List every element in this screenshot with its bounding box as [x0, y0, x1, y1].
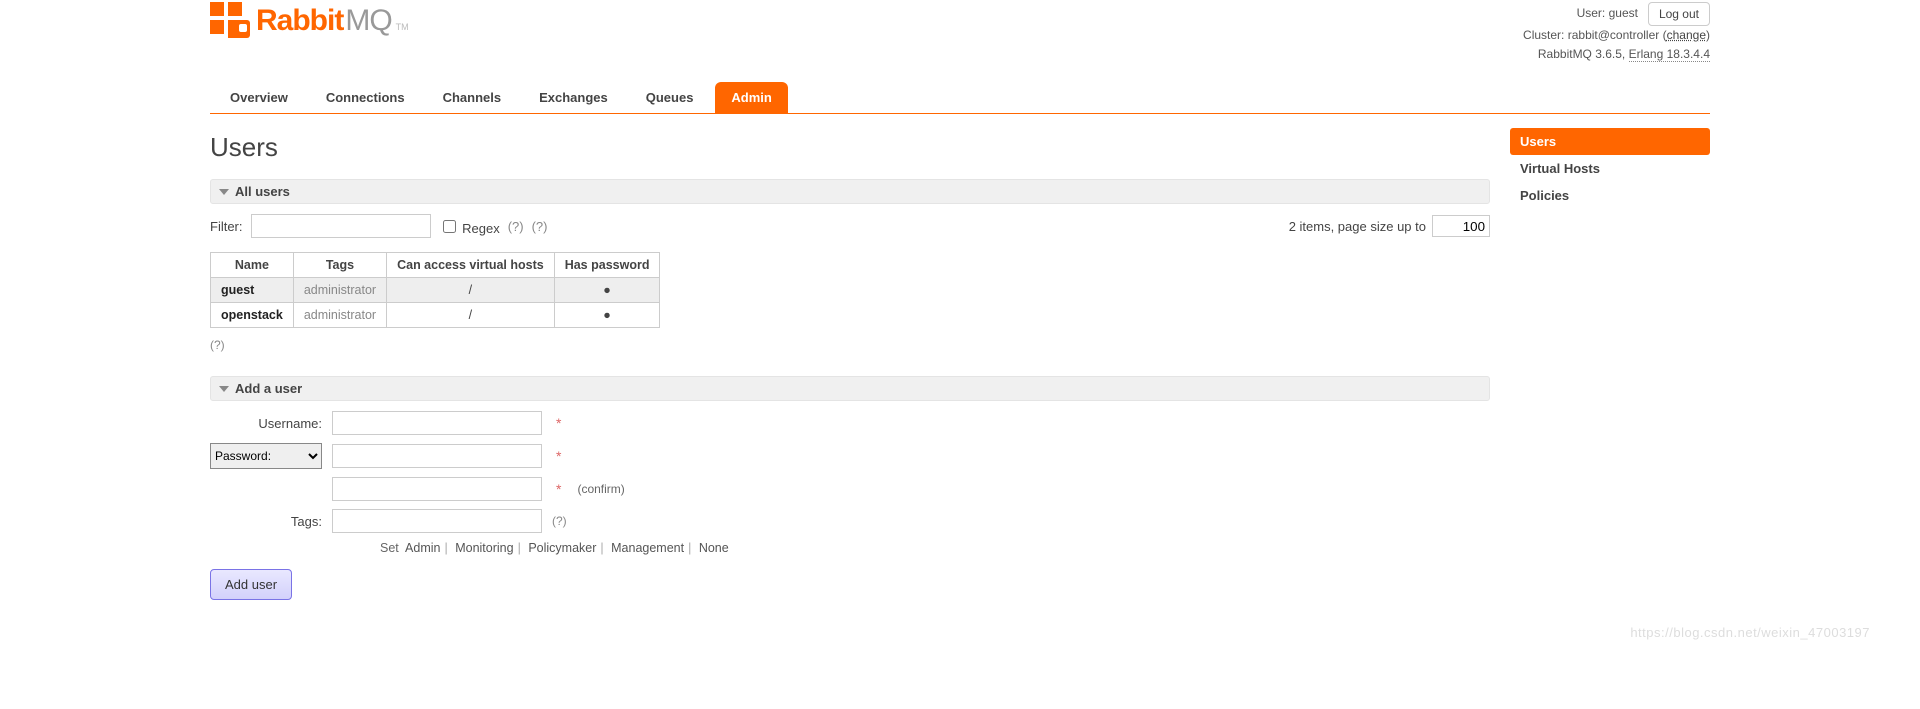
filter-help-1[interactable]: (?) — [508, 219, 524, 234]
help-below-table[interactable]: (?) — [210, 338, 1490, 352]
tab-exchanges[interactable]: Exchanges — [523, 82, 624, 113]
confirm-note: (confirm) — [571, 482, 624, 496]
rabbitmq-version: RabbitMQ 3.6.5, — [1538, 47, 1625, 61]
section-header-add-user[interactable]: Add a user — [210, 376, 1490, 401]
logo-text-b: MQ — [345, 4, 391, 38]
watermark: https://blog.csdn.net/weixin_47003197 — [1630, 625, 1870, 640]
tags-help[interactable]: (?) — [552, 514, 567, 528]
filter-label: Filter: — [210, 219, 243, 234]
filter-help-2[interactable]: (?) — [532, 219, 548, 234]
col-vhost[interactable]: Can access virtual hosts — [387, 253, 555, 278]
sidebar-item-users[interactable]: Users — [1510, 128, 1710, 155]
required-mark: * — [552, 481, 561, 497]
cell-vhosts: / — [387, 278, 555, 303]
password-confirm-input[interactable] — [332, 477, 542, 501]
table-row[interactable]: guest administrator / ● — [211, 278, 660, 303]
set-admin[interactable]: Admin — [405, 541, 440, 555]
cell-name[interactable]: guest — [211, 278, 294, 303]
cell-tags: administrator — [293, 303, 386, 328]
col-name[interactable]: Name — [211, 253, 294, 278]
username-label: Username: — [210, 416, 322, 431]
sidebar-item-virtualhosts[interactable]: Virtual Hosts — [1510, 155, 1710, 182]
col-tags[interactable]: Tags — [293, 253, 386, 278]
section-header-all-users[interactable]: All users — [210, 179, 1490, 204]
admin-sidebar: Users Virtual Hosts Policies — [1510, 128, 1710, 600]
cell-tags: administrator — [293, 278, 386, 303]
pager-text: 2 items, page size up to — [1289, 219, 1426, 234]
table-row[interactable]: openstack administrator / ● — [211, 303, 660, 328]
set-management[interactable]: Management — [611, 541, 684, 555]
filter-regex-checkbox[interactable] — [443, 220, 456, 233]
page-title: Users — [210, 132, 1490, 163]
page-size-input[interactable] — [1432, 215, 1490, 237]
tab-channels[interactable]: Channels — [427, 82, 518, 113]
filter-regex-label[interactable]: Regex — [439, 217, 500, 236]
logo-text-a: Rabbit — [256, 4, 343, 38]
tags-input[interactable] — [332, 509, 542, 533]
cluster-value: rabbit@controller — [1568, 28, 1660, 42]
tab-admin[interactable]: Admin — [715, 82, 787, 113]
cell-vhosts: / — [387, 303, 555, 328]
users-table: Name Tags Can access virtual hosts Has p… — [210, 252, 660, 328]
logo-tm: TM — [394, 22, 409, 38]
top-right-info: User: guest Log out Cluster: rabbit@cont… — [1523, 2, 1710, 64]
set-none[interactable]: None — [699, 541, 729, 555]
cell-name[interactable]: openstack — [211, 303, 294, 328]
cell-haspwd: ● — [554, 303, 660, 328]
cell-haspwd: ● — [554, 278, 660, 303]
tab-overview[interactable]: Overview — [214, 82, 304, 113]
tab-connections[interactable]: Connections — [310, 82, 421, 113]
chevron-down-icon — [219, 189, 229, 195]
rabbitmq-logo: Rabbit MQ TM — [210, 2, 409, 38]
chevron-down-icon — [219, 386, 229, 392]
cluster-label: Cluster: — [1523, 28, 1564, 42]
section-title-all-users: All users — [235, 184, 290, 199]
user-label: User: — [1577, 6, 1606, 20]
section-title-add-user: Add a user — [235, 381, 302, 396]
filter-input[interactable] — [251, 214, 431, 238]
password-input[interactable] — [332, 444, 542, 468]
password-mode-select[interactable]: Password: — [210, 443, 322, 469]
tags-label: Tags: — [210, 514, 322, 529]
cluster-change-link[interactable]: change — [1667, 28, 1706, 42]
col-pwd[interactable]: Has password — [554, 253, 660, 278]
required-mark: * — [552, 415, 561, 431]
set-prefix: Set — [380, 541, 399, 555]
main-tabs: Overview Connections Channels Exchanges … — [210, 82, 1710, 114]
logout-button[interactable]: Log out — [1648, 2, 1710, 26]
erlang-version: Erlang 18.3.4.4 — [1629, 47, 1710, 62]
add-user-form: Username: * Password: * * (confirm) — [210, 411, 1490, 600]
user-value: guest — [1609, 6, 1638, 20]
username-input[interactable] — [332, 411, 542, 435]
rabbitmq-logo-icon — [210, 2, 250, 38]
set-monitoring[interactable]: Monitoring — [455, 541, 513, 555]
required-mark: * — [552, 448, 561, 464]
sidebar-item-policies[interactable]: Policies — [1510, 182, 1710, 209]
tab-queues[interactable]: Queues — [630, 82, 710, 113]
tag-set-row: Set Admin| Monitoring| Policymaker| Mana… — [380, 541, 1490, 555]
set-policymaker[interactable]: Policymaker — [528, 541, 596, 555]
add-user-button[interactable]: Add user — [210, 569, 292, 600]
